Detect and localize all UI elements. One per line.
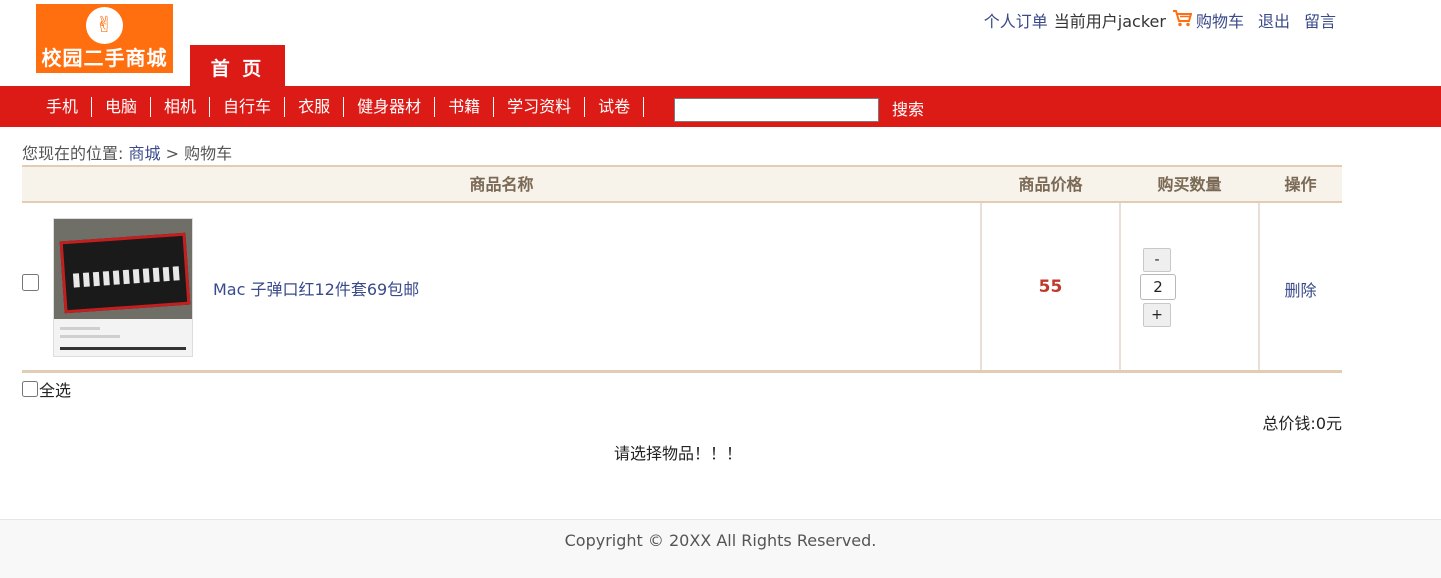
column-header-name: 商品名称 <box>469 175 534 194</box>
category-list: 手机 电脑 相机 自行车 衣服 健身器材 书籍 学习资料 试卷 <box>33 86 645 127</box>
column-header-quantity: 购买数量 <box>1157 175 1222 194</box>
column-header-price: 商品价格 <box>1018 175 1083 194</box>
nav-item-camera[interactable]: 相机 <box>151 96 211 117</box>
breadcrumb-mall-link[interactable]: 商城 <box>129 144 161 163</box>
site-logo[interactable]: ✌ 校园二手商城 <box>36 4 173 73</box>
logout-link[interactable]: 退出 <box>1258 8 1290 32</box>
select-all-checkbox[interactable] <box>22 381 38 397</box>
selection-notice: 请选择物品！！！ <box>613 444 742 463</box>
victory-hand-icon: ✌ <box>86 7 123 44</box>
nav-item-bicycle[interactable]: 自行车 <box>210 96 286 117</box>
home-tab[interactable]: 首 页 <box>190 45 285 87</box>
nav-item-computer[interactable]: 电脑 <box>92 96 152 117</box>
nav-item-fitness[interactable]: 健身器材 <box>344 96 436 117</box>
column-header-action: 操作 <box>1284 175 1317 194</box>
current-user-label: 当前用户jacker <box>1053 12 1166 31</box>
breadcrumb-prefix: 您现在的位置: <box>22 144 124 163</box>
delete-item-link[interactable]: 删除 <box>1259 277 1342 301</box>
copyright-footer: Copyright © 20XX All Rights Reserved. <box>0 519 1441 578</box>
product-name-link[interactable]: Mac 子弹口红12件套69包邮 <box>213 276 419 300</box>
nav-item-exam-papers[interactable]: 试卷 <box>585 96 645 117</box>
breadcrumb-separator: > <box>165 144 180 163</box>
shopping-cart-icon[interactable] <box>1172 9 1192 27</box>
cart-link[interactable]: 购物车 <box>1196 8 1244 32</box>
quantity-decrease-button[interactable]: - <box>1143 248 1171 272</box>
quantity-input[interactable] <box>1140 274 1176 300</box>
nav-item-clothes[interactable]: 衣服 <box>285 96 345 117</box>
product-thumbnail[interactable] <box>53 218 193 357</box>
nav-item-study-materials[interactable]: 学习资料 <box>494 96 586 117</box>
item-checkbox[interactable] <box>22 274 39 291</box>
logo-text: 校园二手商城 <box>41 46 168 70</box>
cart-table-header: 商品名称 商品价格 购买数量 操作 <box>22 165 1342 203</box>
lipstick-set-graphic <box>59 232 191 314</box>
breadcrumb: 您现在的位置: 商城 > 购物车 <box>22 140 232 164</box>
breadcrumb-current: 购物车 <box>184 144 233 163</box>
total-price: 总价钱:0元 <box>1262 414 1342 433</box>
quantity-increase-button[interactable]: + <box>1143 303 1171 327</box>
table-row: Mac 子弹口红12件套69包邮 55 - + 删除 <box>22 203 1342 373</box>
nav-item-phone[interactable]: 手机 <box>33 96 93 117</box>
top-links: 个人订单 当前用户jacker 购物车 退出 留言 <box>984 8 1336 32</box>
search-button[interactable]: 搜索 <box>892 98 924 122</box>
select-all-label: 全选 <box>39 381 72 400</box>
product-photo <box>54 219 192 319</box>
message-link[interactable]: 留言 <box>1304 8 1336 32</box>
product-price: 55 <box>1038 277 1063 297</box>
select-all-control[interactable]: 全选 <box>22 379 72 400</box>
orders-link[interactable]: 个人订单 <box>984 8 1048 32</box>
product-photo-caption <box>54 319 192 356</box>
search-input[interactable] <box>674 98 879 122</box>
nav-item-books[interactable]: 书籍 <box>435 96 495 117</box>
